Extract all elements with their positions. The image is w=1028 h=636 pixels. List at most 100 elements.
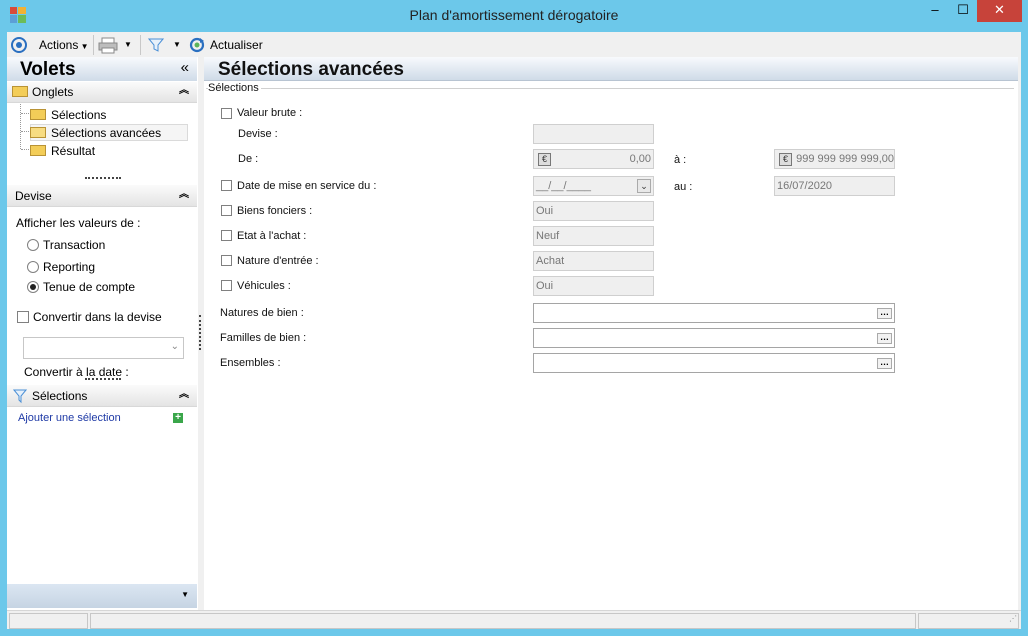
collapse-chevron-icon[interactable]: ︽ <box>179 86 189 96</box>
selections-header[interactable]: Sélections ︽ <box>7 385 197 407</box>
biens-fonciers-label: Biens fonciers : <box>237 205 313 217</box>
application-window: Plan d'amortissement dérogatoire – ☐ ✕ A… <box>0 0 1028 636</box>
etat-achat-label: Etat à l'achat : <box>237 230 307 242</box>
calendar-dropdown-icon[interactable]: ⌄ <box>637 179 651 193</box>
convert-currency-label: Convertir dans la devise <box>33 310 162 324</box>
splitter-grip[interactable] <box>199 315 201 350</box>
euro-icon: € <box>779 153 792 166</box>
radio-tenue-de-compte[interactable] <box>27 281 39 293</box>
maximize-button[interactable]: ☐ <box>949 0 977 22</box>
radio-dot <box>30 284 36 290</box>
toolbar-separator <box>140 35 141 55</box>
status-cell <box>918 613 1019 629</box>
a-value: 999 999 999 999,00 <box>796 153 894 165</box>
collapse-chevron-icon[interactable]: ︽ <box>179 390 189 400</box>
main-panel: Sélections avancées Sélections Valeur br… <box>204 57 1018 610</box>
etat-achat-checkbox[interactable] <box>221 230 232 241</box>
splitter-grip[interactable] <box>85 378 121 380</box>
print-dropdown-icon[interactable]: ▼ <box>124 36 132 54</box>
folder-icon <box>30 109 46 120</box>
selections-title: Sélections <box>32 389 88 403</box>
add-icon[interactable]: + <box>173 413 183 423</box>
tree-guide <box>20 104 21 149</box>
ellipsis-button[interactable]: … <box>877 358 892 369</box>
onglets-header[interactable]: Onglets ︽ <box>7 82 197 103</box>
toolbar: Actions ▼ ▼ ▼ Actualiser <box>7 32 1021 57</box>
panes-menu-button[interactable]: ▼ <box>181 590 189 599</box>
refresh-icon[interactable] <box>188 36 206 54</box>
title-bar[interactable]: Plan d'amortissement dérogatoire – ☐ ✕ <box>0 0 1028 32</box>
ensembles-field[interactable]: … <box>533 353 895 373</box>
convert-currency-checkbox[interactable] <box>17 311 29 323</box>
panes-header: Volets « <box>7 57 197 81</box>
radio-transaction[interactable] <box>27 239 39 251</box>
au-label: au : <box>674 181 693 193</box>
radio-label: Transaction <box>43 238 106 252</box>
splitter-grip[interactable] <box>85 177 121 179</box>
nature-entree-checkbox[interactable] <box>221 255 232 266</box>
etat-achat-field: Neuf <box>533 226 654 246</box>
valeur-brute-checkbox[interactable] <box>221 108 232 119</box>
status-bar: ⋰ <box>7 610 1021 629</box>
onglet-label: Sélections avancées <box>51 126 162 140</box>
currency-select[interactable]: ⌄ <box>23 337 184 359</box>
chevron-down-icon: ⌄ <box>170 341 179 352</box>
actions-menu-button[interactable]: Actions ▼ <box>39 36 89 54</box>
folder-icon <box>12 86 28 97</box>
filter-icon <box>12 388 28 404</box>
refresh-button[interactable]: Actualiser <box>210 36 263 54</box>
filter-dropdown-icon[interactable]: ▼ <box>173 36 181 54</box>
onglets-title: Onglets <box>32 85 74 99</box>
actions-menu-icon[interactable] <box>10 36 28 54</box>
radio-label: Tenue de compte <box>43 280 136 294</box>
devise-label: Devise : <box>238 128 278 140</box>
onglet-label: Résultat <box>51 144 96 158</box>
filter-icon[interactable] <box>147 36 165 54</box>
convert-date-label: Convertir à la date : <box>24 365 129 379</box>
collapse-panes-button[interactable]: « <box>181 59 189 76</box>
ensembles-label: Ensembles : <box>220 357 281 369</box>
radio-label: Reporting <box>43 260 96 274</box>
ellipsis-button[interactable]: … <box>877 333 892 344</box>
ellipsis-button[interactable]: … <box>877 308 892 319</box>
status-cell <box>90 613 916 629</box>
natures-bien-field[interactable]: … <box>533 303 895 323</box>
vehicules-field: Oui <box>533 276 654 296</box>
close-button[interactable]: ✕ <box>977 0 1022 22</box>
onglet-label: Sélections <box>51 108 107 122</box>
collapse-chevron-icon[interactable]: ︽ <box>179 190 189 200</box>
date-mise-checkbox[interactable] <box>221 180 232 191</box>
add-selection-link[interactable]: Ajouter une sélection <box>18 412 121 424</box>
biens-fonciers-field: Oui <box>533 201 654 221</box>
status-cell <box>9 613 88 629</box>
onglet-item-resultat[interactable]: Résultat <box>30 142 190 159</box>
natures-bien-label: Natures de bien : <box>220 307 304 319</box>
window-title: Plan d'amortissement dérogatoire <box>409 7 619 23</box>
radio-reporting[interactable] <box>27 261 39 273</box>
devise-header[interactable]: Devise ︽ <box>7 185 197 207</box>
panes-sidebar: Volets « Onglets ︽ Sélections Sélections… <box>7 57 201 610</box>
familles-bien-field[interactable]: … <box>533 328 895 348</box>
biens-fonciers-checkbox[interactable] <box>221 205 232 216</box>
panes-footer: ▼ <box>7 584 197 608</box>
a-field: € 999 999 999 999,00 <box>774 149 895 169</box>
onglet-item-selections-avancees[interactable]: Sélections avancées <box>30 124 188 141</box>
devise-title: Devise <box>15 189 52 203</box>
show-values-label: Afficher les valeurs de : <box>16 216 141 230</box>
minimize-button[interactable]: – <box>921 0 949 22</box>
vehicules-checkbox[interactable] <box>221 280 232 291</box>
resize-grip-icon[interactable]: ⋰ <box>1009 615 1019 626</box>
toolbar-separator <box>93 35 94 55</box>
folder-icon <box>30 145 46 156</box>
date-from-value: __/__/____ <box>536 180 592 192</box>
print-icon[interactable] <box>98 36 118 54</box>
a-label: à : <box>674 154 687 166</box>
date-from-field[interactable]: __/__/____ ⌄ <box>533 176 654 196</box>
de-value: 0,00 <box>629 153 651 165</box>
date-mise-label: Date de mise en service du : <box>237 180 377 192</box>
date-to-field: 16/07/2020 <box>774 176 895 196</box>
panes-title: Volets <box>20 59 76 80</box>
onglet-item-selections[interactable]: Sélections <box>30 106 190 123</box>
client-area: Actions ▼ ▼ ▼ Actualiser Volets « Onglet… <box>7 32 1021 629</box>
actions-menu-label: Actions <box>39 38 79 52</box>
